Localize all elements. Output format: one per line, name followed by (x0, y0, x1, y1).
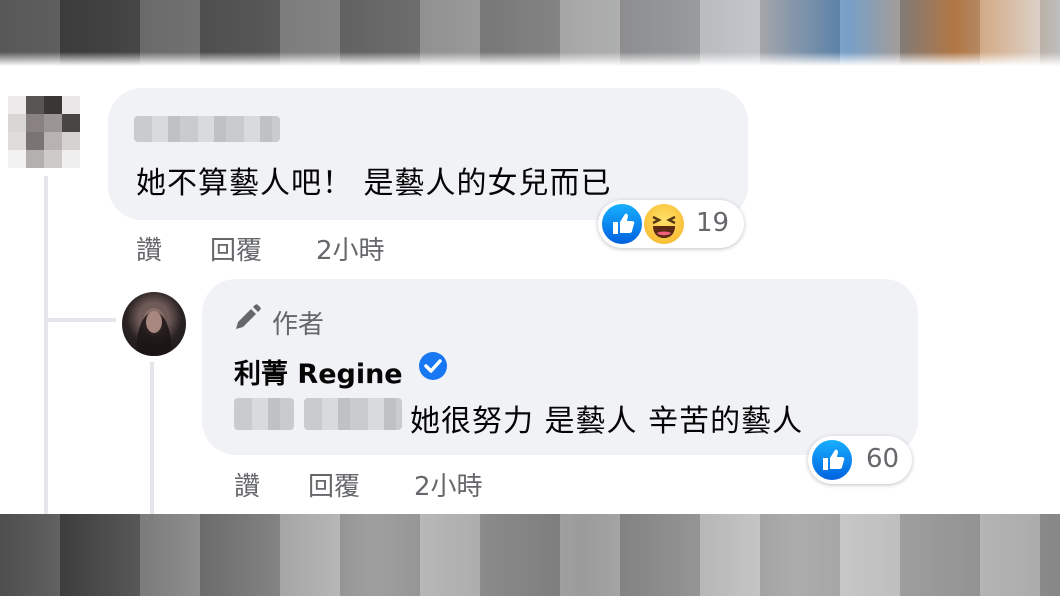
haha-icon (642, 202, 686, 246)
reply-text: 她很努力 是藝人 辛苦的藝人 (410, 404, 804, 439)
reply-thread-line (150, 362, 154, 516)
reply-action[interactable]: 回覆 (210, 230, 262, 267)
blurred-mention[interactable] (234, 398, 294, 430)
like-icon (810, 438, 854, 482)
comment-actions: 讚 回覆 2小時 (136, 230, 436, 267)
reaction-count: 60 (866, 444, 900, 474)
commenter-avatar[interactable] (8, 96, 80, 168)
author-badge: 作者 (272, 310, 325, 340)
reaction-count: 19 (696, 208, 730, 238)
author-avatar[interactable] (122, 292, 186, 356)
blurred-footer-strip (0, 514, 1060, 596)
reaction-summary[interactable]: 19 (598, 200, 744, 248)
blurred-commenter-name[interactable] (134, 116, 280, 142)
timestamp[interactable]: 2小時 (414, 466, 483, 503)
thread-line (44, 176, 48, 516)
reaction-summary[interactable]: 60 (808, 436, 912, 484)
pencil-icon (236, 304, 261, 329)
author-name[interactable]: 利菁 Regine (234, 352, 403, 391)
reply-action[interactable]: 回覆 (308, 466, 360, 503)
like-action[interactable]: 讚 (234, 466, 260, 503)
blurred-mention[interactable] (304, 398, 402, 430)
verified-badge-icon (419, 352, 447, 380)
thread-connector (44, 318, 116, 322)
blurred-header-strip (0, 0, 1060, 66)
timestamp[interactable]: 2小時 (316, 230, 385, 267)
like-action[interactable]: 讚 (136, 230, 162, 267)
comment-text: 她不算藝人吧！ 是藝人的女兒而已 (136, 166, 612, 201)
like-icon (600, 202, 644, 246)
reply-actions: 讚 回覆 2小時 (234, 466, 534, 503)
